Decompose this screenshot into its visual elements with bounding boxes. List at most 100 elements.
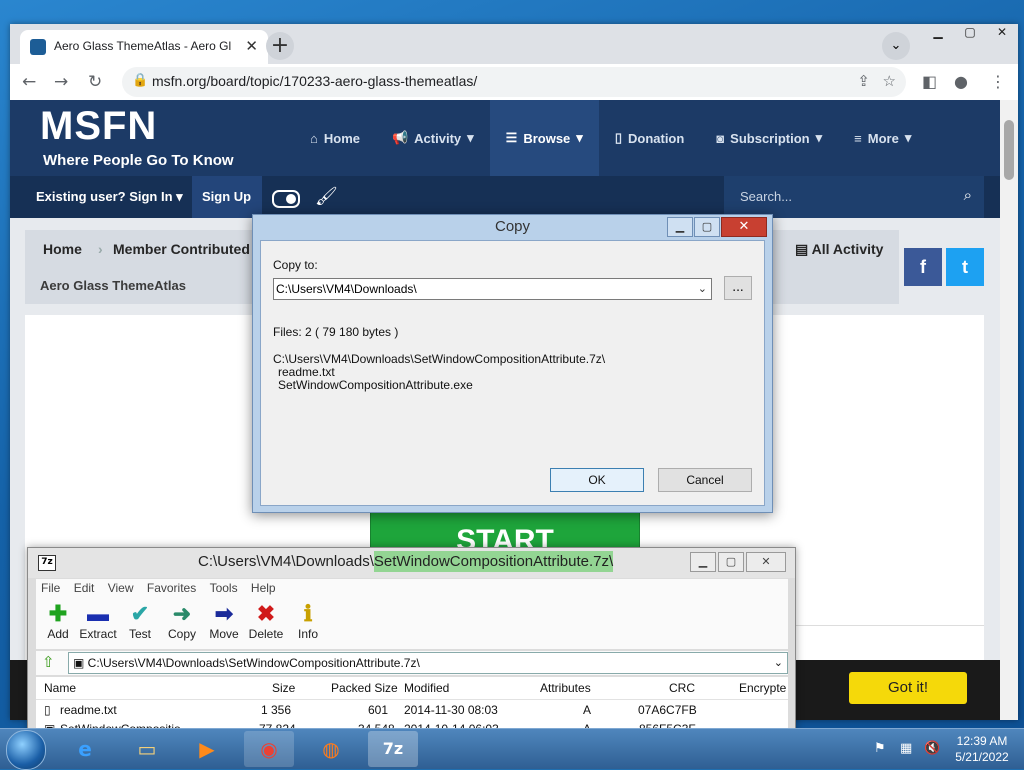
maximize-icon[interactable]: ▢	[954, 24, 986, 42]
nav-browse[interactable]: ☰ Browse ▾	[489, 100, 599, 176]
paintbrush-icon[interactable]: 🖌	[315, 186, 338, 207]
file-item-readme: readme.txt	[278, 365, 335, 379]
close-window-icon[interactable]: ✕	[986, 24, 1018, 42]
menu-kebab-icon[interactable]: ⋮	[990, 72, 1006, 91]
ok-button[interactable]: OK	[550, 468, 644, 492]
sevenzip-titlebar: 7z C:\Users\VM4\Downloads\SetWindowCompo…	[28, 548, 795, 578]
extract-button[interactable]: ▬ Extract	[76, 601, 120, 641]
copy-arrow-icon: ➜	[172, 601, 192, 626]
site-search[interactable]: Search... ⌕	[724, 176, 984, 218]
search-icon[interactable]: ⌕	[964, 186, 972, 204]
nav-activity[interactable]: 📢 Activity ▾	[376, 100, 490, 176]
site-logo[interactable]: MSFN	[40, 104, 157, 149]
menu-icon: ≡	[854, 130, 862, 146]
column-attributes[interactable]: Attributes	[540, 681, 591, 695]
file-list-header: Name Size Packed Size Modified Attribute…	[36, 677, 788, 700]
add-label: Add	[47, 627, 69, 641]
dialog-body: Copy to: C:\Users\VM4\Downloads\ ⌄ ... F…	[260, 240, 765, 506]
menu-edit[interactable]: Edit	[69, 579, 100, 597]
breadcrumb-home[interactable]: Home	[43, 241, 82, 257]
add-button[interactable]: ✚ Add	[36, 601, 80, 641]
maximize-icon[interactable]: ▢	[718, 552, 744, 572]
nav-more-label: More	[867, 130, 899, 146]
browser-tab[interactable]: Aero Glass ThemeAtlas - Aero Gl ✕	[20, 30, 268, 64]
facebook-button[interactable]: f	[904, 248, 942, 286]
file-explorer-icon[interactable]: ▭	[122, 731, 172, 767]
copy-button[interactable]: ➜ Copy	[160, 601, 204, 641]
column-packed-size[interactable]: Packed Size	[331, 681, 398, 695]
volume-muted-icon[interactable]: 🔇	[924, 741, 940, 756]
new-tab-button[interactable]: +	[266, 32, 294, 60]
minimize-icon[interactable]: ▁	[922, 24, 954, 42]
side-panel-icon[interactable]: ◧	[922, 72, 937, 91]
test-button[interactable]: ✔ Test	[118, 601, 162, 641]
chrome-icon[interactable]: ◉	[244, 731, 294, 767]
archive-path-text: C:\Users\VM4\Downloads\SetWindowComposit…	[87, 656, 420, 670]
delete-button[interactable]: ✖ Delete	[244, 601, 288, 641]
cancel-button[interactable]: Cancel	[658, 468, 752, 492]
twitter-button[interactable]: t	[946, 248, 984, 286]
maximize-icon[interactable]: ▢	[694, 217, 720, 237]
all-activity-link[interactable]: ▤ All Activity	[795, 241, 883, 258]
system-clock[interactable]: 12:39 AM 5/21/2022	[950, 733, 1014, 765]
archive-path-field[interactable]: ▣ C:\Users\VM4\Downloads\SetWindowCompos…	[68, 652, 788, 674]
megaphone-icon: 📢	[391, 130, 409, 145]
move-arrow-icon: ➡	[214, 601, 234, 626]
bookmark-star-icon[interactable]: ☆	[883, 72, 896, 90]
cookie-accept-button[interactable]: Got it!	[849, 672, 967, 704]
destination-combobox[interactable]: C:\Users\VM4\Downloads\ ⌄	[273, 278, 712, 300]
nav-subscription[interactable]: ◙ Subscription ▾	[700, 100, 838, 176]
tab-search-button[interactable]: ⌄	[882, 32, 910, 60]
move-button[interactable]: ➡ Move	[202, 601, 246, 641]
menu-file[interactable]: File	[36, 579, 65, 597]
close-dialog-icon[interactable]: ✕	[721, 217, 767, 237]
tab-close-icon[interactable]: ✕	[245, 37, 258, 55]
menu-view[interactable]: View	[103, 579, 139, 597]
minimize-icon[interactable]: ▁	[667, 217, 693, 237]
lock-icon[interactable]: 🔒	[132, 73, 148, 88]
reload-icon[interactable]: ↻	[88, 72, 102, 92]
sign-in-link[interactable]: Existing user? Sign In ▾	[36, 189, 183, 205]
action-center-flag-icon[interactable]: ⚑	[874, 741, 886, 756]
nav-more[interactable]: ≡ More ▾	[838, 100, 927, 176]
up-folder-icon[interactable]: ⇧	[42, 653, 55, 671]
chevron-down-icon[interactable]: ⌄	[698, 279, 707, 299]
column-crc[interactable]: CRC	[669, 681, 695, 695]
menu-help[interactable]: Help	[246, 579, 281, 597]
destination-text[interactable]: C:\Users\VM4\Downloads\	[274, 282, 417, 296]
column-size[interactable]: Size	[272, 681, 295, 695]
list-icon: ☰	[505, 130, 518, 145]
back-arrow-icon[interactable]: ←	[22, 72, 36, 92]
search-input[interactable]: Search...	[740, 189, 792, 204]
menu-tools[interactable]: Tools	[205, 579, 243, 597]
nav-donation[interactable]: ▯ Donation	[599, 100, 700, 176]
theme-toggle[interactable]	[272, 190, 300, 208]
menu-favorites[interactable]: Favorites	[142, 579, 201, 597]
close-window-icon[interactable]: ✕	[746, 552, 786, 572]
page-scrollbar[interactable]	[1000, 100, 1018, 720]
profile-avatar-icon[interactable]: ●	[954, 72, 968, 91]
internet-explorer-icon[interactable]: e	[60, 731, 110, 767]
share-icon[interactable]: ⇪	[857, 72, 870, 90]
info-button[interactable]: ℹ Info	[286, 601, 330, 641]
column-encrypted[interactable]: Encrypte	[739, 681, 786, 695]
minimize-icon[interactable]: ▁	[690, 552, 716, 572]
archive-path: C:\Users\VM4\Downloads\SetWindowComposit…	[273, 352, 606, 366]
firefox-icon[interactable]: ◍	[306, 731, 356, 767]
scrollbar-thumb[interactable]	[1004, 120, 1014, 180]
start-button[interactable]	[6, 730, 46, 770]
browse-button[interactable]: ...	[724, 276, 752, 300]
forward-arrow-icon[interactable]: →	[54, 72, 68, 92]
column-modified[interactable]: Modified	[404, 681, 449, 695]
media-player-icon[interactable]: ▶	[182, 731, 232, 767]
taskbar: e ▭ ▶ ◉ ◍ 7z ⚑ ▦ 🔇 12:39 AM 5/21/2022	[0, 728, 1024, 770]
browser-toolbar: ← → ↻ 🔒 msfn.org/board/topic/170233-aero…	[10, 64, 1018, 100]
column-name[interactable]: Name	[44, 681, 76, 695]
sevenzip-taskbar-icon[interactable]: 7z	[368, 731, 418, 767]
address-bar[interactable]: 🔒 msfn.org/board/topic/170233-aero-glass…	[122, 67, 906, 97]
breadcrumb-member-contributed[interactable]: Member Contributed P	[113, 241, 263, 257]
chevron-down-icon[interactable]: ⌄	[774, 653, 783, 673]
network-icon[interactable]: ▦	[900, 741, 912, 756]
nav-home[interactable]: ⌂ Home	[294, 100, 376, 176]
chevron-down-icon: ▾	[467, 130, 474, 145]
